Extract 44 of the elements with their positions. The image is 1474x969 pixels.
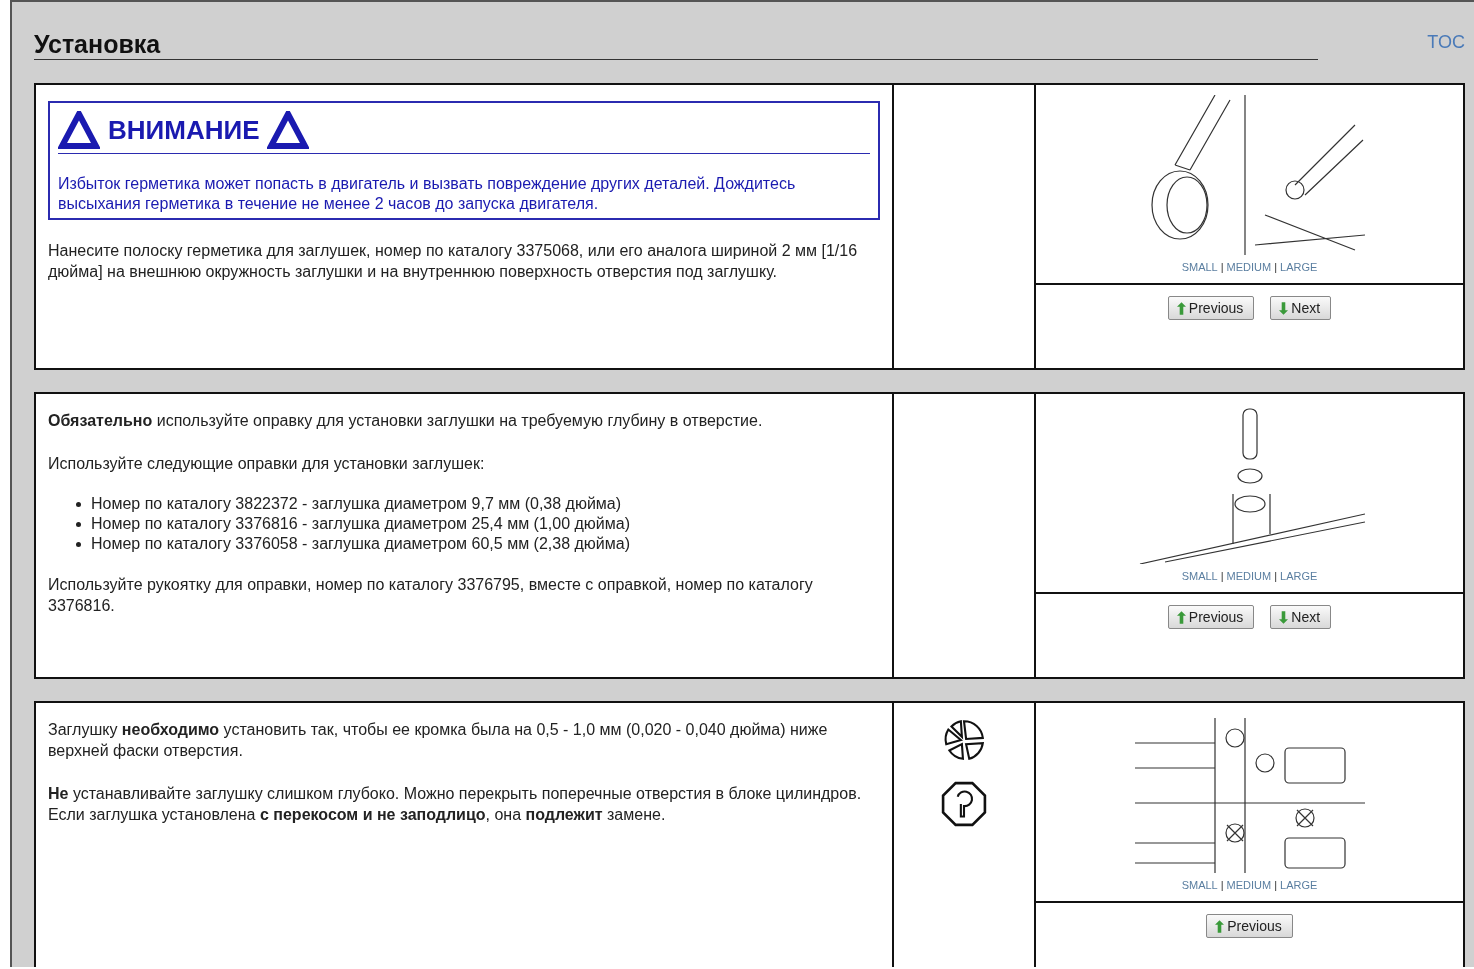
- image-size-link[interactable]: LARGE: [1280, 261, 1318, 273]
- separator-text: |: [1220, 570, 1224, 582]
- warning-triangle-icon: [58, 111, 100, 149]
- instruction-text: Используйте рукоятку для оправки, номер по каталогу 3376795, вместе с оправкой, номер по каталогу 3376816.: [48, 575, 814, 616]
- separator-text: |: [1274, 570, 1278, 582]
- separator-text: |: [1274, 261, 1278, 273]
- instruction-text: Заглушку необходимо установить так, чтобы ее кромка была на 0,5 - 1,0 мм (0,020 - 0,040 дюйма) ниже верхней фаски отверстия.: [48, 720, 829, 761]
- down-arrow-icon: [1279, 300, 1289, 316]
- octagon-hook-icon: [941, 781, 987, 827]
- nav-button[interactable]: Next: [1270, 296, 1332, 320]
- instruction-text: Не устанавливайте заглушку слишком глубоко. Можно перекрыть поперечные отверстия в блоке цилиндров. Если заглушка установлена с перекосом и не заподлицо, она подлежит замене.: [48, 784, 863, 825]
- toc-link[interactable]: TOC: [1427, 31, 1465, 53]
- image-size-link[interactable]: MEDIUM: [1226, 879, 1272, 891]
- image-size-link[interactable]: LARGE: [1280, 570, 1318, 582]
- warning-title: ВНИМАНИЕ: [108, 114, 260, 146]
- instruction-text: Обязательно используйте оправку для установки заглушки на требуемую глубину в отверстие.: [48, 411, 764, 431]
- warning-text: Избыток герметика может попасть в двигатель и вызвать повреждение других деталей. Дождитесь высыхания герметика в течение не менее 2 часов до запуска двигателя.: [58, 174, 797, 214]
- up-arrow-icon: [1176, 609, 1186, 625]
- separator-text: |: [1274, 879, 1278, 891]
- bullet-icon: [76, 521, 81, 527]
- bullet-icon: [76, 501, 81, 507]
- image-size-link[interactable]: LARGE: [1280, 879, 1318, 891]
- nav-button[interactable]: Next: [1270, 605, 1332, 629]
- list-item: Номер по каталогу 3376058 - заглушка диаметром 60,5 мм (2,38 дюйма): [91, 534, 630, 554]
- list-item: Номер по каталогу 3822372 - заглушка диаметром 9,7 мм (0,38 дюйма): [91, 494, 622, 514]
- up-arrow-icon: [1215, 918, 1225, 934]
- warning-triangle-icon: [267, 111, 310, 149]
- nav-button[interactable]: Previous: [1167, 605, 1255, 629]
- bullet-icon: [76, 541, 81, 547]
- list-item: Номер по каталогу 3376816 - заглушка диаметром 25,4 мм (1,00 дюйма): [91, 514, 630, 534]
- instruction-text: Используйте следующие оправки для установки заглушек:: [48, 454, 486, 474]
- separator-text: |: [1220, 261, 1224, 273]
- up-arrow-icon: [1176, 300, 1186, 316]
- page-title: Установка: [34, 29, 1318, 60]
- instruction-text: Нанесите полоску герметика для заглушек, номер по каталогу 3375068, или его аналога шириной 2 мм [1/16 дюйма] на внешнюю окружность заглушки и на внутреннюю поверхность отверстия под заглушку.: [48, 241, 859, 282]
- nav-button[interactable]: Previous: [1167, 296, 1255, 320]
- image-size-link[interactable]: SMALL: [1181, 570, 1218, 582]
- down-arrow-icon: [1279, 609, 1289, 625]
- image-size-link[interactable]: MEDIUM: [1226, 261, 1272, 273]
- nav-button[interactable]: Previous: [1206, 914, 1293, 938]
- image-size-link[interactable]: SMALL: [1181, 879, 1218, 891]
- separator-text: |: [1220, 879, 1224, 891]
- image-size-link[interactable]: MEDIUM: [1226, 570, 1272, 582]
- image-size-link[interactable]: SMALL: [1181, 261, 1218, 273]
